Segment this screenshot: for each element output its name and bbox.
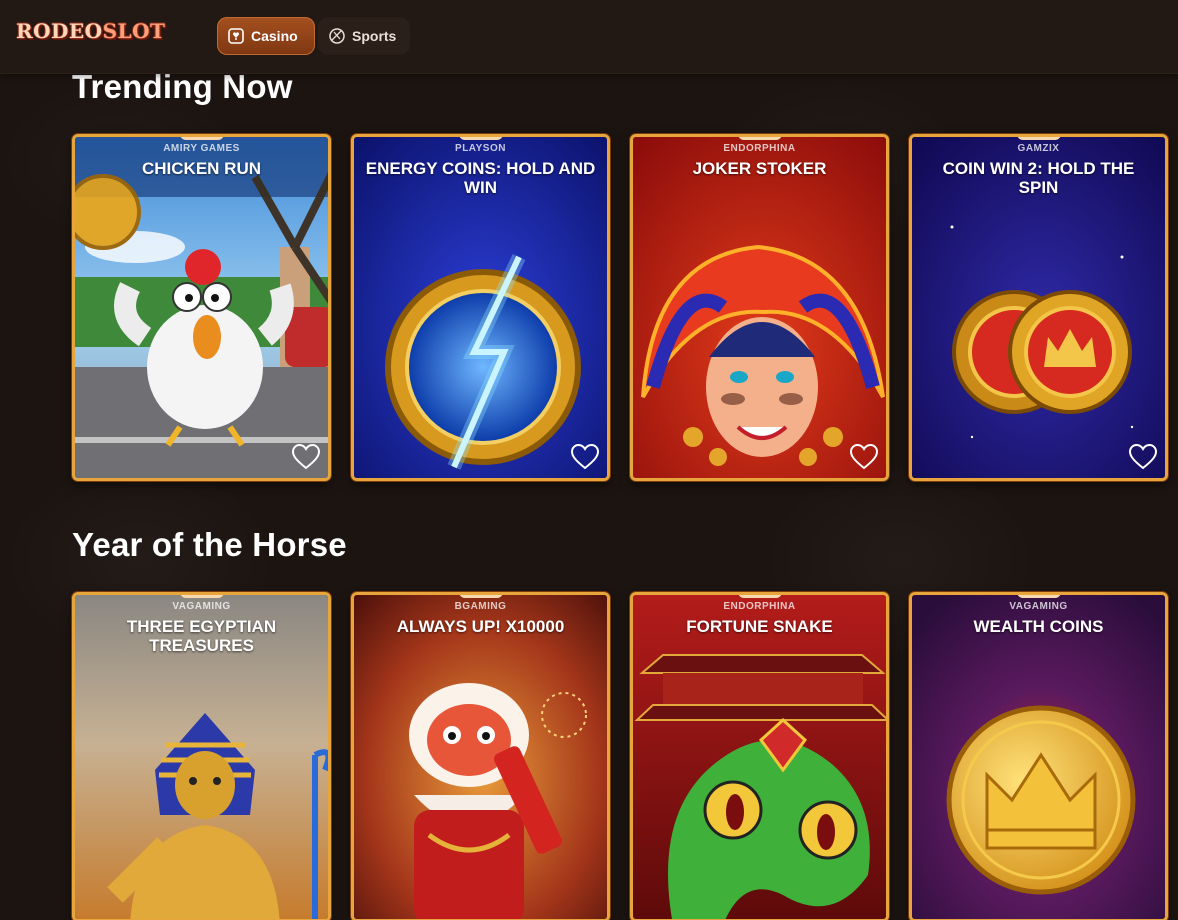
game-art <box>75 137 328 478</box>
card-icon <box>227 27 245 45</box>
card-top-ornament <box>1016 137 1061 140</box>
game-provider: VAGAMING <box>172 601 231 612</box>
game-title: JOKER STOKER <box>692 159 827 178</box>
game-provider: ENDORPHINA <box>723 143 796 154</box>
game-provider: BGAMING <box>454 601 507 612</box>
game-provider: ENDORPHINA <box>723 601 796 612</box>
game-title: CHICKEN RUN <box>142 159 261 178</box>
game-art <box>912 595 1165 919</box>
game-title: ALWAYS UP! X10000 <box>396 617 565 636</box>
card-top-ornament <box>737 595 782 598</box>
heart-icon[interactable] <box>1129 444 1157 470</box>
heart-icon[interactable] <box>850 444 878 470</box>
game-card-coin-win-2[interactable]: GAMZIX COIN WIN 2: HOLD THE SPIN <box>909 134 1168 481</box>
game-card-joker-stoker[interactable]: ENDORPHINA JOKER STOKER <box>630 134 889 481</box>
game-card-energy-coins[interactable]: PLAYSON ENERGY COINS: HOLD AND WIN <box>351 134 610 481</box>
heart-icon[interactable] <box>571 444 599 470</box>
game-card-always-up[interactable]: BGAMING ALWAYS UP! X10000 <box>351 592 610 920</box>
game-provider: AMIRY GAMES <box>163 143 240 154</box>
card-top-ornament <box>179 595 224 598</box>
game-title: FORTUNE SNAKE <box>686 617 833 636</box>
game-card-wealth-coins[interactable]: VAGAMING WEALTH COINS <box>909 592 1168 920</box>
game-provider: GAMZIX <box>1017 143 1060 154</box>
game-card-three-egyptian-treasures[interactable]: VAGAMING THREE EGYPTIAN TREASURES <box>72 592 331 920</box>
logo-text-rodeo: RODEO <box>16 19 103 43</box>
sports-tab[interactable]: Sports <box>318 17 410 55</box>
card-top-ornament <box>1016 595 1061 598</box>
card-top-ornament <box>737 137 782 140</box>
card-top-ornament <box>458 137 503 140</box>
ball-icon <box>328 27 346 45</box>
site-logo[interactable]: RODEOSLOT <box>16 19 165 43</box>
casino-tab-label: Casino <box>251 28 298 44</box>
sports-tab-label: Sports <box>352 28 397 44</box>
game-provider: VAGAMING <box>1009 601 1068 612</box>
game-title: WEALTH COINS <box>973 617 1104 636</box>
card-top-ornament <box>179 137 224 140</box>
game-title: COIN WIN 2: HOLD THE SPIN <box>942 159 1135 197</box>
game-title: ENERGY COINS: HOLD AND WIN <box>365 159 596 197</box>
game-art <box>354 595 607 919</box>
game-art <box>633 595 886 919</box>
section-title-year-of-horse: Year of the Horse <box>72 526 347 563</box>
game-card-fortune-snake[interactable]: ENDORPHINA FORTUNE SNAKE <box>630 592 889 920</box>
logo-text-slot: SLOT <box>102 19 166 43</box>
game-title: THREE EGYPTIAN TREASURES <box>126 617 277 655</box>
top-bar: RODEOSLOT Casino Sports <box>0 0 1178 74</box>
game-card-chicken-run[interactable]: AMIRY GAMES CHICKEN RUN <box>72 134 331 481</box>
casino-tab[interactable]: Casino <box>217 17 315 55</box>
game-provider: PLAYSON <box>455 143 506 154</box>
heart-icon[interactable] <box>292 444 320 470</box>
card-top-ornament <box>458 595 503 598</box>
game-art <box>633 137 886 478</box>
